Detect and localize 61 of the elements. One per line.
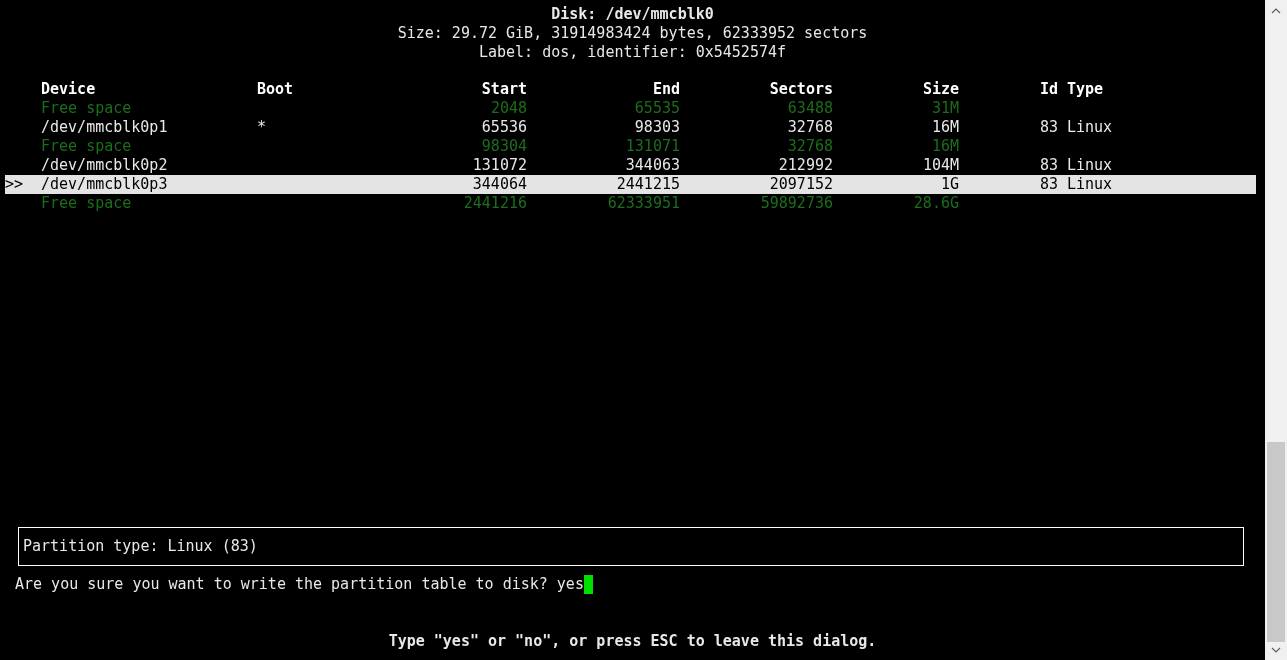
disk-size-line: Size: 29.72 GiB, 31914983424 bytes, 62333952 sectors [397,24,868,43]
table-cell-text: 63488 [786,99,833,118]
table-cell-text: 31M [930,99,959,118]
row-cursor: >> [5,175,25,194]
table-cell-text: 83 [1038,118,1058,137]
table-cell-text: 16M [930,137,959,156]
table-cell-text: Linux [1067,156,1114,175]
table-cell-text: /dev/mmcblk0p3 [41,175,169,194]
column-header: Boot [257,80,295,99]
table-cell-text: 83 [1038,175,1058,194]
disk-title: Disk: /dev/mmcblk0 [551,5,714,24]
column-header: Size [921,80,959,99]
column-header: End [651,80,680,99]
table-cell-text: 344063 [624,156,680,175]
prompt-question: Are you sure you want to write the partition table to disk? [15,575,548,594]
column-header: Type [1067,80,1105,99]
table-row[interactable]: /dev/mmcblk0p1 * 65536 98303 32768 16M 83 Linux [5,118,1256,137]
table-cell-text: 65535 [633,99,680,118]
table-cell-text: 28.6G [912,194,959,213]
column-header: Id [1038,80,1058,99]
table-cell-text: 2441216 [462,194,527,213]
column-header: Start [480,80,527,99]
scroll-up-icon[interactable] [1271,8,1281,14]
scroll-down-icon[interactable] [1271,647,1281,653]
table-cell-text: 2441215 [615,175,680,194]
table-cell-text: 16M [930,118,959,137]
table-cell-text: Free space [41,194,133,213]
table-cell-text: Linux [1067,118,1114,137]
table-cell-text: /dev/mmcblk0p1 [41,118,169,137]
column-header: Device [41,80,97,99]
selected-row[interactable]: >> /dev/mmcblk0p3 344064 2441215 2097152 1G 83 Linux [5,175,1256,194]
table-cell-text: 212992 [777,156,833,175]
table-cell-text: 1G [939,175,959,194]
table-cell-text: 98303 [633,118,680,137]
table-cell-text: Free space [41,137,133,156]
info-box: Partition type: Linux (83) [18,527,1244,566]
table-cell-text: 131071 [624,137,680,156]
table-cell-text: 62333951 [606,194,680,213]
table-cell-text: 104M [921,156,959,175]
table-cell-text: 131072 [471,156,527,175]
table-cell-text: 32768 [786,137,833,156]
hint-text: Type "yes" or "no", or press ESC to leave this dialog. [388,632,877,651]
table-row[interactable]: /dev/mmcblk0p2 131072 344063 212992 104M 83 Linux [5,156,1256,175]
table-cell-text: /dev/mmcblk0p2 [41,156,169,175]
prompt-input[interactable]: yes [556,575,584,594]
table-cell-text: Free space [41,99,133,118]
table-cell-text: 2048 [489,99,527,118]
table-cell-text: 83 [1038,156,1058,175]
table-cell-text: 32768 [786,118,833,137]
table-cell-text: * [257,118,268,137]
disk-label-line: Label: dos, identifier: 0x5452574f [478,43,786,62]
cursor-block [583,575,593,594]
table-cell-text: 59892736 [759,194,833,213]
column-header: Sectors [768,80,833,99]
table-cell-text: 344064 [471,175,527,194]
scrollbar[interactable] [1265,0,1287,660]
scrollbar-thumb[interactable] [1267,442,1285,642]
table-cell-text: Linux [1067,175,1114,194]
table-cell-text: 98304 [480,137,527,156]
table-cell-text: 65536 [480,118,527,137]
table-cell-text: 2097152 [768,175,833,194]
